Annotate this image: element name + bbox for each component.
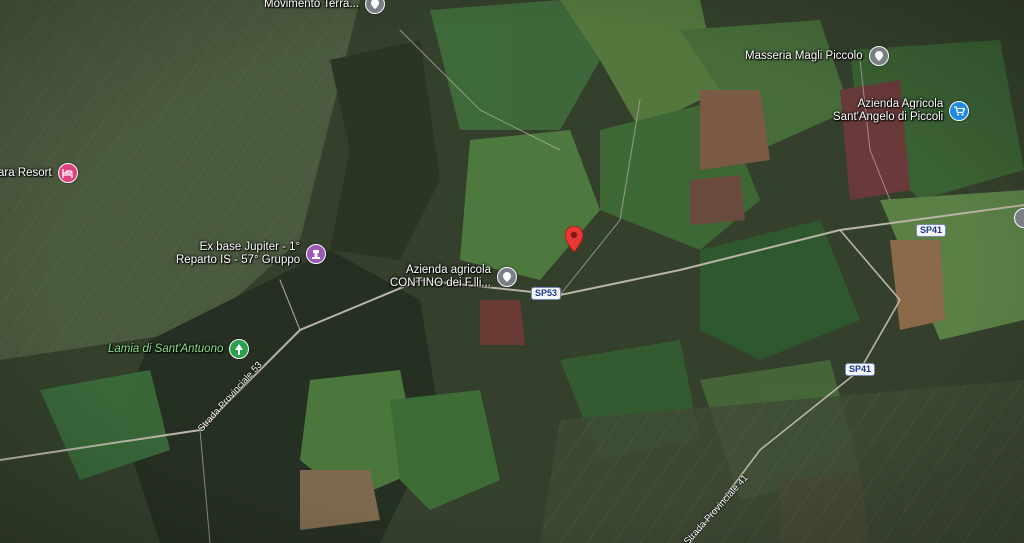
poi-resort[interactable]: ara Resort xyxy=(0,163,78,183)
poi-label: Movimento Terra... xyxy=(264,0,360,10)
road-shield-sp41: SP41 xyxy=(916,224,947,237)
poi-label-line2: CONTINO dei F.lli... xyxy=(390,277,491,289)
hotel-icon xyxy=(57,163,78,183)
poi-label: Azienda Agricola Sant'Angelo di Piccoli xyxy=(833,98,943,124)
poi-azienda-contino[interactable]: Azienda agricola CONTINO dei F.lli... xyxy=(390,264,517,290)
poi-label-line1: Azienda agricola xyxy=(405,264,491,276)
poi-label-line1: Ex base Jupiter - 1° xyxy=(199,241,301,253)
poi-label: Ex base Jupiter - 1° Reparto IS - 57° Gr… xyxy=(176,241,300,267)
poi-label-line2: Reparto IS - 57° Gruppo xyxy=(176,254,301,266)
park-icon xyxy=(229,339,250,359)
poi-ex-base-jupiter[interactable]: Ex base Jupiter - 1° Reparto IS - 57° Gr… xyxy=(176,241,327,267)
road-shield-sp41: SP41 xyxy=(845,363,876,376)
location-marker-icon[interactable] xyxy=(564,225,584,257)
landmark-icon xyxy=(306,244,327,264)
poi-label: Azienda agricola CONTINO dei F.lli... xyxy=(390,264,491,290)
poi-masseria-magli-piccolo[interactable]: Masseria Magli Piccolo xyxy=(745,46,889,66)
gray-pin-icon xyxy=(365,0,386,14)
poi-label-line1: Azienda Agricola xyxy=(857,98,944,110)
poi-label: Masseria Magli Piccolo xyxy=(745,49,863,62)
poi-lamia-sant-antuono[interactable]: Lamia di Sant'Antuono xyxy=(108,339,250,359)
gray-pin-icon xyxy=(868,46,889,66)
shopping-cart-icon xyxy=(949,101,970,121)
poi-label-line2: Sant'Angelo di Piccoli xyxy=(833,111,944,123)
poi-label: Lamia di Sant'Antuono xyxy=(108,342,224,355)
road-shield-sp53: SP53 xyxy=(531,287,562,300)
poi-movimento-terra[interactable]: Movimento Terra... xyxy=(264,0,386,14)
gray-pin-icon xyxy=(496,267,517,287)
poi-azienda-sant-angelo[interactable]: Azienda Agricola Sant'Angelo di Piccoli xyxy=(833,98,970,124)
satellite-map[interactable]: Movimento Terra... Masseria Magli Piccol… xyxy=(0,0,1024,543)
poi-label: ara Resort xyxy=(0,166,52,179)
